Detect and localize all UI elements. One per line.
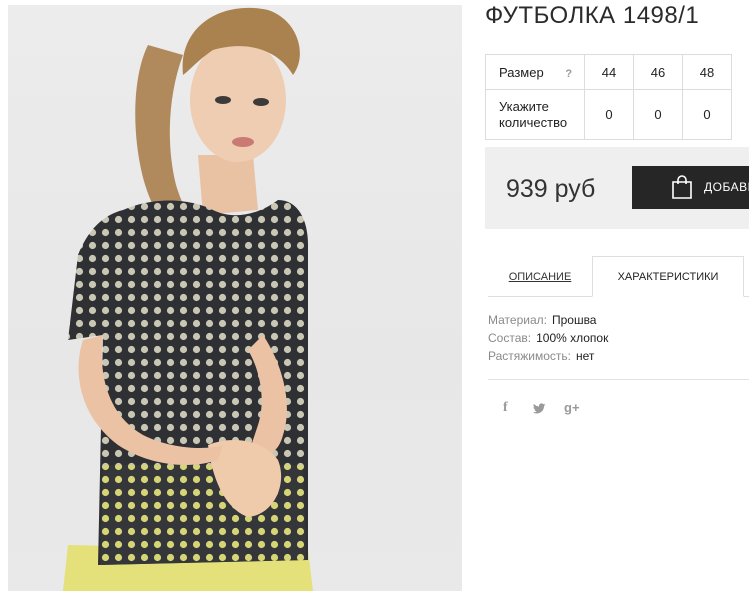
add-to-cart-button[interactable]: ДОБАВИТЬ В КОРЗИНУ	[632, 166, 749, 209]
divider	[488, 379, 749, 380]
quantity-input-44[interactable]: 0	[584, 89, 634, 140]
shopping-bag-icon	[672, 175, 692, 199]
size-option-44: 44	[584, 54, 634, 90]
size-label-cell: Размер ?	[485, 54, 585, 90]
characteristics-list: Материал: Прошва Состав: 100% хлопок Растя…	[488, 313, 608, 367]
add-to-cart-label: ДОБАВИТЬ В КОРЗИНУ	[704, 180, 749, 194]
buy-box: 939 руб ДОБАВИТЬ В КОРЗИНУ	[485, 147, 749, 229]
quantity-label-line2: количество	[499, 114, 568, 130]
model-illustration	[63, 7, 313, 591]
quantity-row: Укажите количество 0 0 0	[485, 89, 732, 140]
spec-row-composition: Состав: 100% хлопок	[488, 331, 608, 349]
twitter-icon[interactable]	[532, 403, 546, 415]
spec-key: Растяжимость:	[488, 349, 572, 363]
product-tabs: ОПИСАНИЕ ХАРАКТЕРИСТИКИ	[488, 256, 749, 297]
tab-characteristics[interactable]: ХАРАКТЕРИСТИКИ	[592, 256, 744, 297]
price: 939 руб	[506, 175, 596, 203]
quantity-input-46[interactable]: 0	[633, 89, 683, 140]
spec-row-stretch: Растяжимость: нет	[488, 349, 608, 367]
gplus-icon[interactable]: g+	[564, 400, 580, 415]
product-title: ФУТБОЛКА 1498/1	[485, 2, 700, 29]
facebook-icon[interactable]: f	[503, 400, 508, 416]
quantity-label-line1: Укажите	[499, 98, 549, 114]
size-option-46: 46	[633, 54, 683, 90]
quantity-label-cell: Укажите количество	[485, 89, 585, 140]
size-label: Размер	[499, 64, 544, 80]
quantity-input-48[interactable]: 0	[682, 89, 732, 140]
size-option-48: 48	[682, 54, 732, 90]
spec-row-material: Материал: Прошва	[488, 313, 608, 331]
spec-value: нет	[576, 349, 595, 363]
spec-value: Прошва	[551, 313, 597, 327]
product-photo[interactable]	[8, 5, 462, 591]
size-row: Размер ? 44 46 48	[485, 54, 732, 90]
spec-key: Состав:	[488, 331, 532, 345]
spec-value: 100% хлопок	[536, 331, 609, 345]
size-help-icon[interactable]: ?	[565, 68, 572, 80]
spec-key: Материал:	[488, 313, 547, 327]
size-quantity-table: Размер ? 44 46 48 Укажите количество 0 0…	[485, 54, 732, 140]
tab-description[interactable]: ОПИСАНИЕ	[488, 256, 592, 297]
